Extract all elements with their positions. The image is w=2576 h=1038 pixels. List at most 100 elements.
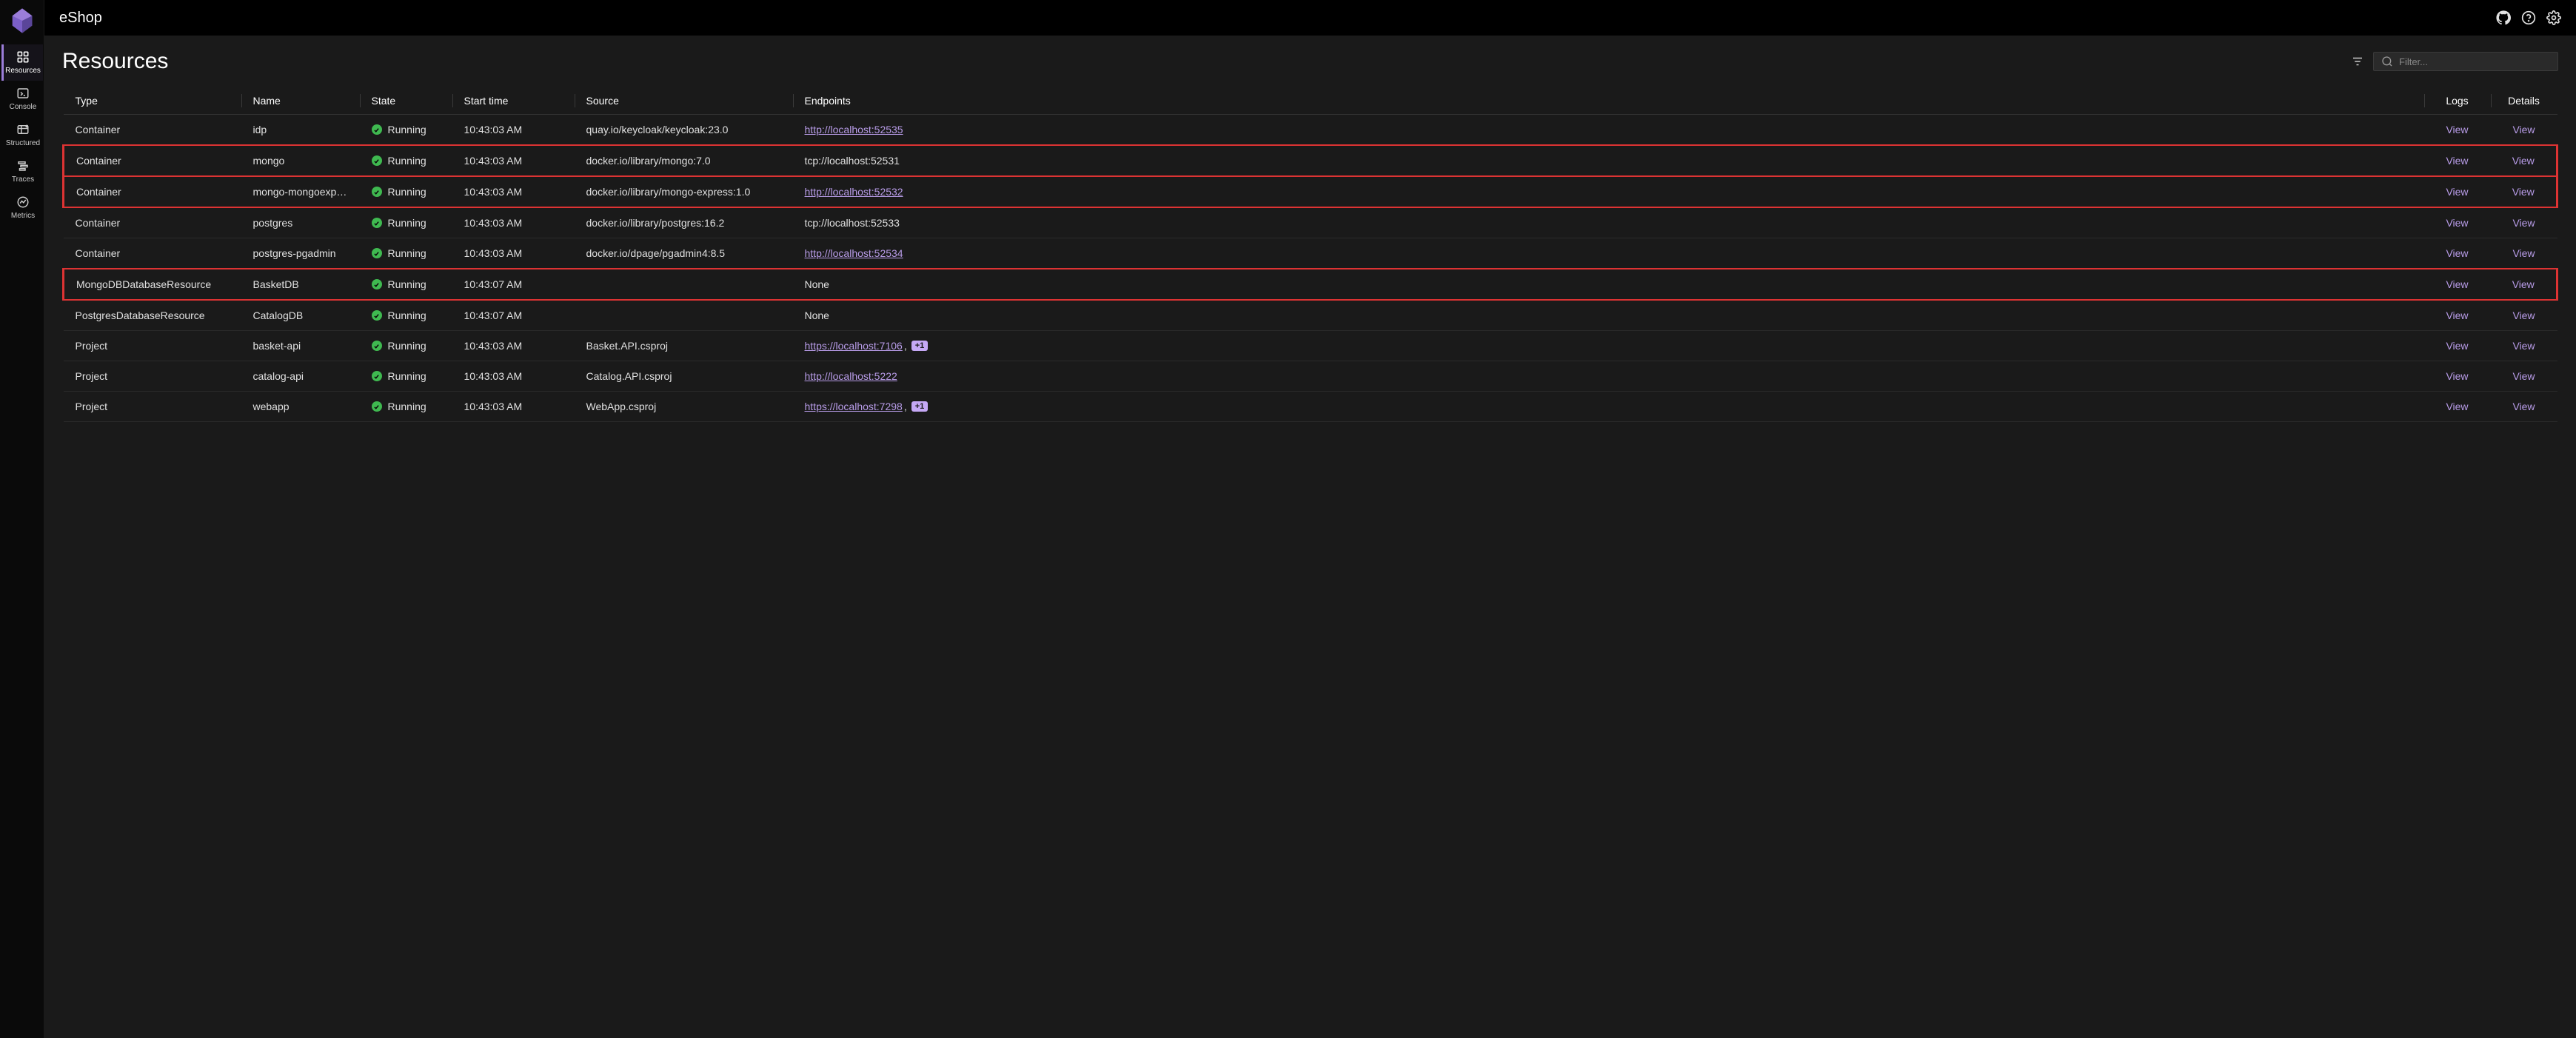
cell-start: 10:43:03 AM <box>452 331 575 361</box>
cell-type: Project <box>64 392 241 422</box>
view-logs-link[interactable]: View <box>2446 247 2468 259</box>
cell-details: View <box>2491 361 2557 392</box>
cell-logs: View <box>2424 392 2491 422</box>
topbar: eShop <box>44 0 2576 36</box>
logo-icon <box>7 6 37 36</box>
endpoint-link[interactable]: http://localhost:52534 <box>805 247 903 259</box>
view-details-link[interactable]: View <box>2512 401 2535 412</box>
endpoint-link[interactable]: https://localhost:7298 <box>805 401 903 412</box>
cell-endpoints: None <box>793 269 2424 300</box>
view-details-link[interactable]: View <box>2512 247 2535 259</box>
table-row[interactable]: Containerpostgres-pgadminRunning10:43:03… <box>64 238 2557 269</box>
resources-table: Type Name State Start time Source Endpoi… <box>62 87 2558 422</box>
col-type[interactable]: Type <box>64 87 241 115</box>
nav-structured[interactable]: Structured <box>1 117 43 153</box>
nav-label: Resources <box>5 67 41 75</box>
table-row[interactable]: Projectcatalog-apiRunning10:43:03 AMCata… <box>64 361 2557 392</box>
cell-logs: View <box>2424 361 2491 392</box>
col-logs[interactable]: Logs <box>2424 87 2491 115</box>
cell-logs: View <box>2424 269 2491 300</box>
search-icon <box>2381 56 2393 67</box>
help-icon[interactable] <box>2521 10 2536 25</box>
view-details-link[interactable]: View <box>2512 186 2535 198</box>
view-logs-link[interactable]: View <box>2446 186 2468 198</box>
running-icon <box>372 341 382 351</box>
table-row[interactable]: ContaineridpRunning10:43:03 AMquay.io/ke… <box>64 115 2557 146</box>
nav-resources[interactable]: Resources <box>1 44 43 81</box>
cell-source: Basket.API.csproj <box>575 331 793 361</box>
endpoint-extra-badge[interactable]: +1 <box>911 401 929 412</box>
view-logs-link[interactable]: View <box>2446 309 2468 321</box>
col-details[interactable]: Details <box>2491 87 2557 115</box>
table-row[interactable]: ContainerpostgresRunning10:43:03 AMdocke… <box>64 207 2557 238</box>
table-row[interactable]: PostgresDatabaseResourceCatalogDBRunning… <box>64 300 2557 331</box>
view-details-link[interactable]: View <box>2512 278 2535 290</box>
cell-endpoints: tcp://localhost:52531 <box>793 145 2424 176</box>
endpoint-link[interactable]: http://localhost:52535 <box>805 124 903 135</box>
cell-name: mongo-mongoexpr... <box>241 176 360 207</box>
view-details-link[interactable]: View <box>2512 155 2535 167</box>
app-title: eShop <box>59 10 102 27</box>
filter-icon[interactable] <box>2351 55 2364 68</box>
cell-start: 10:43:03 AM <box>452 207 575 238</box>
cell-source: docker.io/library/postgres:16.2 <box>575 207 793 238</box>
view-logs-link[interactable]: View <box>2446 340 2468 352</box>
view-logs-link[interactable]: View <box>2446 155 2468 167</box>
col-source[interactable]: Source <box>575 87 793 115</box>
table-row[interactable]: MongoDBDatabaseResourceBasketDBRunning10… <box>64 269 2557 300</box>
col-name[interactable]: Name <box>241 87 360 115</box>
cell-logs: View <box>2424 238 2491 269</box>
cell-start: 10:43:03 AM <box>452 238 575 269</box>
view-logs-link[interactable]: View <box>2446 401 2468 412</box>
cell-start: 10:43:07 AM <box>452 269 575 300</box>
cell-start: 10:43:03 AM <box>452 392 575 422</box>
github-icon[interactable] <box>2496 10 2511 25</box>
cell-state: Running <box>360 145 452 176</box>
cell-name: postgres <box>241 207 360 238</box>
cell-endpoints: https://localhost:7106, +1 <box>793 331 2424 361</box>
table-row[interactable]: Projectbasket-apiRunning10:43:03 AMBaske… <box>64 331 2557 361</box>
endpoint-extra-badge[interactable]: +1 <box>911 341 929 351</box>
cell-endpoints: http://localhost:52532 <box>793 176 2424 207</box>
table-row[interactable]: ProjectwebappRunning10:43:03 AMWebApp.cs… <box>64 392 2557 422</box>
view-details-link[interactable]: View <box>2512 124 2535 135</box>
search-input[interactable] <box>2399 56 2550 67</box>
view-details-link[interactable]: View <box>2512 340 2535 352</box>
col-endpoints[interactable]: Endpoints <box>793 87 2424 115</box>
search-box[interactable] <box>2373 52 2558 71</box>
cell-state: Running <box>360 115 452 146</box>
table-row[interactable]: ContainermongoRunning10:43:03 AMdocker.i… <box>64 145 2557 176</box>
settings-icon[interactable] <box>2546 10 2561 25</box>
cell-start: 10:43:03 AM <box>452 176 575 207</box>
cell-name: webapp <box>241 392 360 422</box>
table-row[interactable]: Containermongo-mongoexpr...Running10:43:… <box>64 176 2557 207</box>
nav-metrics[interactable]: Metrics <box>1 190 43 226</box>
cell-source <box>575 269 793 300</box>
running-icon <box>372 248 382 258</box>
cell-start: 10:43:03 AM <box>452 115 575 146</box>
view-logs-link[interactable]: View <box>2446 124 2468 135</box>
running-icon <box>372 310 382 321</box>
view-details-link[interactable]: View <box>2512 309 2535 321</box>
main: eShop Resources <box>44 0 2576 1038</box>
endpoint-link[interactable]: http://localhost:5222 <box>805 370 897 382</box>
endpoint-link[interactable]: https://localhost:7106 <box>805 340 903 352</box>
col-start[interactable]: Start time <box>452 87 575 115</box>
endpoint-link[interactable]: http://localhost:52532 <box>805 186 903 198</box>
col-state[interactable]: State <box>360 87 452 115</box>
cell-logs: View <box>2424 300 2491 331</box>
cell-type: Container <box>64 207 241 238</box>
cell-name: idp <box>241 115 360 146</box>
cell-logs: View <box>2424 176 2491 207</box>
view-details-link[interactable]: View <box>2512 370 2535 382</box>
view-logs-link[interactable]: View <box>2446 370 2468 382</box>
nav-console[interactable]: Console <box>1 81 43 117</box>
view-logs-link[interactable]: View <box>2446 278 2468 290</box>
running-icon <box>372 187 382 197</box>
cell-type: Container <box>64 145 241 176</box>
view-details-link[interactable]: View <box>2512 217 2535 229</box>
cell-state: Running <box>360 361 452 392</box>
view-logs-link[interactable]: View <box>2446 217 2468 229</box>
nav-traces[interactable]: Traces <box>1 153 43 190</box>
cell-details: View <box>2491 300 2557 331</box>
